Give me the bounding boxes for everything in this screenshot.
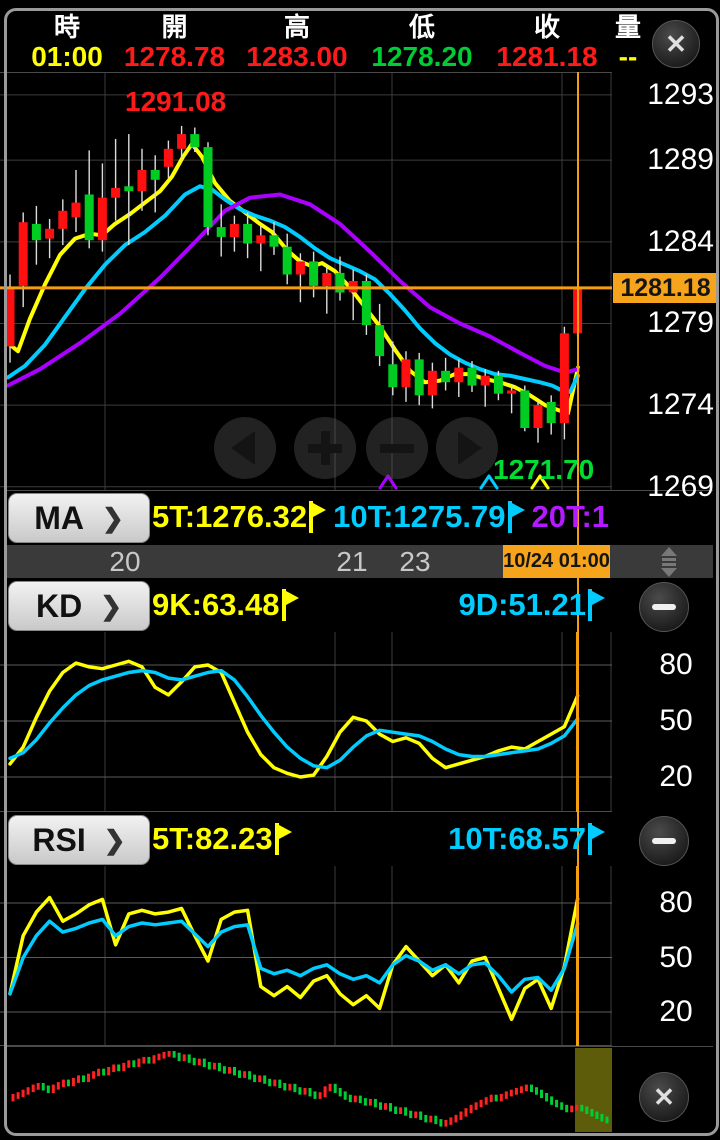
quote-header: 時 01:00 開 1278.78 高 1283.00 低 1278.20 收 … — [7, 10, 710, 72]
rsi-chart[interactable] — [0, 866, 612, 1046]
zoom-out-button[interactable] — [366, 417, 428, 479]
quote-close-value: 1281.18 — [496, 41, 598, 72]
rsi-tick: 80 — [659, 886, 693, 919]
spinner-bar — [662, 557, 676, 561]
plus-icon — [308, 431, 342, 465]
kd-tick: 80 — [659, 648, 693, 681]
price-tick: 1279 — [647, 306, 714, 340]
trading-chart-window: { "header": { "cols": [ {"label":"時","va… — [0, 0, 720, 1140]
chevron-right-icon: ❯ — [100, 590, 122, 621]
ma-settings-button[interactable]: MA ❯ — [8, 493, 150, 543]
up-flag-icon — [309, 501, 327, 533]
ma5-value: 5T:1276.32 — [152, 499, 308, 534]
arrow-left-icon — [230, 431, 255, 465]
col-label-high: 高 — [283, 12, 310, 42]
arrow-right-icon — [457, 431, 482, 465]
minus-icon — [652, 838, 676, 844]
quote-high-value: 1283.00 — [246, 41, 348, 72]
session-high-label: 1291.08 — [125, 86, 227, 117]
quote-low-value: 1278.20 — [371, 41, 473, 72]
ma-button-label: MA — [34, 499, 84, 536]
close-header-button[interactable]: ✕ — [652, 20, 700, 68]
minus-icon — [380, 443, 414, 453]
ma-values-row: 5T:1276.32 10T:1275.79 20T:1 — [152, 493, 612, 541]
col-label-time: 時 — [53, 12, 80, 42]
rsi-tick: 20 — [659, 995, 693, 1028]
price-tick: 1284 — [647, 224, 714, 258]
kd-k-value: 9K:63.48 — [152, 587, 280, 622]
close-icon: ✕ — [665, 29, 687, 59]
collapse-kd-button[interactable] — [639, 582, 689, 632]
close-icon: ✕ — [653, 1082, 675, 1112]
up-flag-icon — [281, 589, 300, 621]
price-tick: 1269 — [647, 469, 714, 503]
col-label-close: 收 — [533, 12, 560, 42]
up-flag-icon — [274, 823, 293, 855]
collapse-rsi-button[interactable] — [639, 816, 689, 866]
quote-time-value: 01:00 — [31, 41, 103, 72]
minus-icon — [652, 604, 676, 610]
spinner-up-icon — [661, 546, 677, 556]
quote-col-close: 收 1281.18 — [487, 10, 607, 72]
price-tick: 1274 — [647, 388, 714, 422]
chevron-right-icon: ❯ — [101, 502, 124, 533]
col-label-low: 低 — [408, 12, 435, 42]
rsi-tick: 50 — [659, 940, 693, 974]
quote-col-open: 開 1278.78 — [117, 10, 232, 72]
rsi-values-row: 5T:82.23 10T:68.57 — [152, 815, 612, 863]
kd-tick: 20 — [659, 760, 693, 793]
spinner-bar — [662, 562, 676, 566]
quote-open-value: 1278.78 — [123, 41, 226, 72]
quote-col-time: 時 01:00 — [17, 10, 117, 72]
spinner-down-icon — [661, 567, 677, 577]
pan-left-button[interactable] — [214, 417, 276, 479]
ma20-value: 20T:1 — [531, 499, 610, 534]
rsi-button-label: RSI — [32, 821, 86, 858]
quote-volume-value: -- — [618, 41, 638, 72]
col-label-open: 開 — [161, 12, 188, 42]
price-tick: 1293 — [647, 77, 714, 111]
divider — [7, 1046, 713, 1047]
up-flag-icon — [588, 823, 606, 855]
time-tick-23: 23 — [399, 546, 431, 577]
rsi-settings-button[interactable]: RSI ❯ — [8, 815, 150, 865]
rsi5-value: 5T:82.23 — [152, 821, 273, 856]
chevron-right-icon: ❯ — [103, 824, 126, 855]
quote-col-low: 低 1278.20 — [362, 10, 482, 72]
overview-mini-chart[interactable] — [8, 1048, 612, 1132]
price-tick: 1289 — [647, 143, 714, 177]
rsi10-value: 10T:68.57 — [448, 821, 586, 856]
quote-col-volume: 量 -- — [599, 10, 657, 72]
kd-d-value: 9D:51.21 — [458, 587, 586, 622]
zoom-in-button[interactable] — [294, 417, 356, 479]
kd-settings-button[interactable]: KD ❯ — [8, 581, 150, 631]
kd-values-row: 9K:63.48 9D:51.21 — [152, 581, 612, 629]
close-overview-button[interactable]: ✕ — [639, 1072, 689, 1122]
time-axis: 20 21 23 10/24 01:00 — [7, 545, 713, 578]
kd-tick: 50 — [659, 704, 693, 737]
ma10-value: 10T:1275.79 — [333, 499, 506, 534]
quote-col-high: 高 1283.00 — [237, 10, 357, 72]
divider — [7, 490, 713, 491]
up-flag-icon — [588, 589, 606, 621]
time-tick-20: 20 — [109, 546, 141, 577]
kd-chart[interactable] — [0, 632, 612, 812]
up-flag-icon — [507, 501, 526, 533]
col-label-volume: 量 — [614, 12, 641, 42]
scroll-spinner[interactable] — [655, 546, 683, 577]
time-tick-21: 21 — [336, 546, 368, 577]
selected-time-badge: 10/24 01:00 — [503, 545, 610, 578]
last-price-badge: 1281.18 — [613, 272, 718, 303]
session-low-label: 1271.70 — [493, 454, 595, 485]
pan-right-button[interactable] — [436, 417, 498, 479]
kd-button-label: KD — [35, 587, 83, 624]
